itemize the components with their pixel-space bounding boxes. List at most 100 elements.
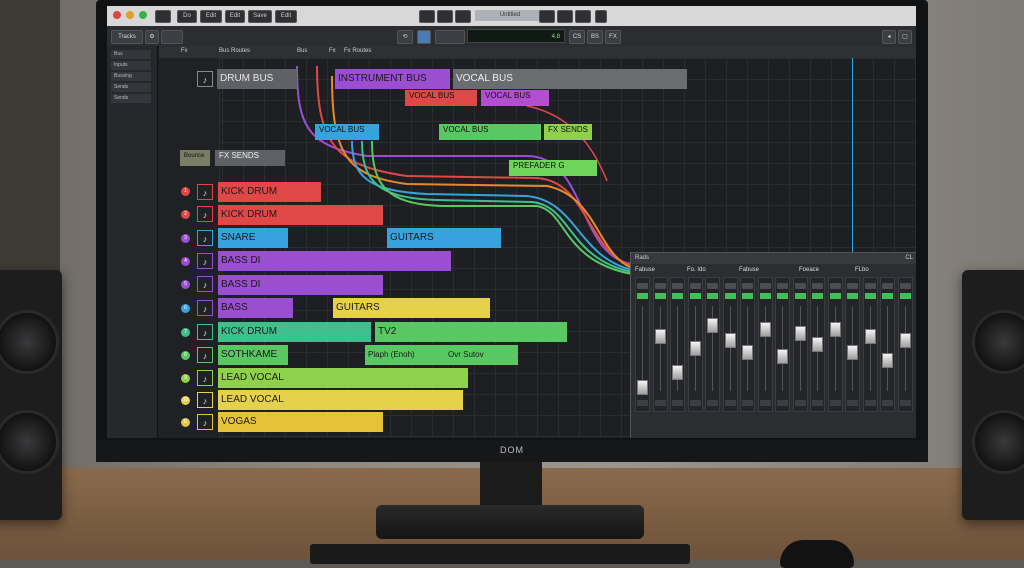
channel-fader[interactable] <box>672 364 683 380</box>
record-arm-button[interactable] <box>864 293 876 299</box>
channel-fader[interactable] <box>777 348 788 364</box>
record-arm-button[interactable] <box>794 293 806 299</box>
track-clip[interactable]: TV2 <box>375 322 567 342</box>
input-button[interactable] <box>637 283 648 289</box>
track-clip[interactable]: BASS <box>218 298 293 318</box>
record-arm-button[interactable] <box>689 293 701 299</box>
synth-icon: ♪ <box>197 347 213 363</box>
channel-mute-button[interactable] <box>882 400 893 406</box>
channel-fader[interactable] <box>742 345 753 360</box>
input-button[interactable] <box>689 283 701 289</box>
channel-fader[interactable] <box>689 341 701 357</box>
channel-mute-button[interactable] <box>654 400 666 406</box>
channel-fader[interactable] <box>707 317 718 333</box>
channel-fader[interactable] <box>637 380 648 396</box>
fx-sends-caption[interactable]: Bounce <box>180 150 210 166</box>
channel-mute-button[interactable] <box>742 400 753 406</box>
record-arm-button[interactable] <box>724 293 736 299</box>
record-arm-button[interactable] <box>654 293 666 299</box>
bus-vocal-green[interactable]: VOCAL BUS <box>439 124 541 140</box>
playhead[interactable] <box>852 58 853 258</box>
input-button[interactable] <box>672 283 683 289</box>
channel-mute-button[interactable] <box>812 400 823 406</box>
input-button[interactable] <box>777 283 788 289</box>
track-clip[interactable]: KICK DRUM <box>218 182 321 202</box>
channel-fader[interactable] <box>724 333 736 349</box>
speaker-cone <box>972 410 1024 474</box>
channel-mute-button[interactable] <box>777 400 788 406</box>
channel-mute-button[interactable] <box>829 400 841 406</box>
record-arm-button[interactable] <box>812 293 823 299</box>
input-button[interactable] <box>829 283 841 289</box>
record-arm-button[interactable] <box>899 293 911 299</box>
track-clip[interactable]: SOTHKAME <box>218 345 288 365</box>
bus-drum[interactable]: DRUM BUS <box>217 69 297 89</box>
input-button[interactable] <box>759 283 771 289</box>
kick-icon: ♪ <box>197 184 213 200</box>
record-arm-button[interactable] <box>707 293 718 299</box>
channel-strip <box>880 277 895 412</box>
bus-instrument[interactable]: INSTRUMENT BUS <box>335 69 450 89</box>
channel-mute-button[interactable] <box>899 400 911 406</box>
bus-vocal-red[interactable]: VOCAL BUS <box>405 90 477 106</box>
track-clip[interactable]: BASS DI <box>218 275 383 295</box>
record-arm-button[interactable] <box>882 293 893 299</box>
input-button[interactable] <box>899 283 911 289</box>
input-button[interactable] <box>847 283 858 289</box>
fx-sends[interactable]: FX SENDS <box>215 150 285 166</box>
record-arm-button[interactable] <box>777 293 788 299</box>
channel-fader[interactable] <box>829 321 841 337</box>
channel-mute-button[interactable] <box>707 400 718 406</box>
mixer-close[interactable]: CL <box>905 253 913 264</box>
input-button[interactable] <box>707 283 718 289</box>
fx-sends-green[interactable]: FX SENDS <box>544 124 592 140</box>
record-arm-button[interactable] <box>759 293 771 299</box>
input-button[interactable] <box>882 283 893 289</box>
track-clip[interactable]: BASS DI <box>218 251 451 271</box>
record-arm-button[interactable] <box>637 293 648 299</box>
input-button[interactable] <box>812 283 823 289</box>
channel-fader[interactable] <box>882 352 893 368</box>
track-clip[interactable]: LEAD VOCAL <box>218 390 463 410</box>
input-button[interactable] <box>654 283 666 289</box>
track-clip[interactable]: Plaph (Enoh) <box>365 345 445 365</box>
channel-mute-button[interactable] <box>847 400 858 406</box>
input-button[interactable] <box>724 283 736 289</box>
channel-fader[interactable] <box>759 321 771 337</box>
monitor-brand: DOM <box>500 445 524 455</box>
record-arm-button[interactable] <box>829 293 841 299</box>
track-number: 1 <box>181 187 190 196</box>
channel-fader[interactable] <box>654 329 666 345</box>
track-clip[interactable]: GUITARS <box>333 298 490 318</box>
input-button[interactable] <box>794 283 806 289</box>
track-clip[interactable]: VOGAS <box>218 412 383 432</box>
channel-fader[interactable] <box>847 345 858 360</box>
channel-mute-button[interactable] <box>724 400 736 406</box>
channel-fader[interactable] <box>794 325 806 341</box>
prefader-bus[interactable]: PREFADER G <box>509 160 597 176</box>
channel-mute-button[interactable] <box>759 400 771 406</box>
bus-vocal-purple[interactable]: VOCAL BUS <box>481 90 549 106</box>
input-button[interactable] <box>864 283 876 289</box>
channel-mute-button[interactable] <box>794 400 806 406</box>
channel-mute-button[interactable] <box>672 400 683 406</box>
channel-mute-button[interactable] <box>689 400 701 406</box>
track-clip[interactable]: KICK DRUM <box>218 205 383 225</box>
input-button[interactable] <box>742 283 753 289</box>
channel-fader[interactable] <box>812 337 823 353</box>
record-arm-button[interactable] <box>847 293 858 299</box>
track-clip[interactable]: Ovr Sutov <box>445 345 518 365</box>
track-clip[interactable]: KICK DRUM <box>218 322 371 342</box>
track-clip[interactable]: GUITARS <box>387 228 501 248</box>
track-number: 8 <box>181 351 190 360</box>
channel-mute-button[interactable] <box>864 400 876 406</box>
channel-mute-button[interactable] <box>637 400 648 406</box>
channel-fader[interactable] <box>899 333 911 349</box>
channel-fader[interactable] <box>864 329 876 345</box>
track-clip[interactable]: SNARE <box>218 228 288 248</box>
record-arm-button[interactable] <box>742 293 753 299</box>
bus-vocal[interactable]: VOCAL BUS <box>453 69 687 89</box>
track-clip[interactable]: LEAD VOCAL <box>218 368 468 388</box>
bus-vocal-blue[interactable]: VOCAL BUS <box>315 124 379 140</box>
record-arm-button[interactable] <box>672 293 683 299</box>
